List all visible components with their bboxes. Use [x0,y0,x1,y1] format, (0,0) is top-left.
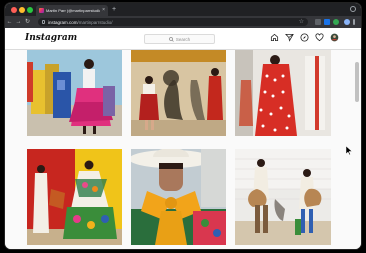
post-grid [27,50,331,245]
post-image [235,149,331,245]
post-thumbnail[interactable] [131,50,226,136]
url-path: /martinparrstudio/ [77,19,113,25]
browser-toolbar: ← → ↻ instagram.com/martinparrstudio/ ☆ [5,16,361,28]
address-bar[interactable]: instagram.com/martinparrstudio/ ☆ [38,18,308,26]
instagram-logo[interactable]: Instagram [25,33,77,43]
new-tab-button[interactable]: + [112,5,116,14]
extension-icon-2[interactable] [324,19,330,25]
tab-strip: Martin Parr (@martinparrstudio) × + [5,3,361,16]
post-image [131,149,226,245]
search-icon [168,36,174,42]
post-thumbnail[interactable] [235,149,331,245]
post-thumbnail[interactable] [131,149,226,245]
profile-feed [5,50,361,249]
post-image [235,50,331,136]
search-placeholder: Search [175,36,191,42]
post-image [131,50,226,136]
minimize-window-button[interactable] [19,7,25,13]
tab-title: Martin Parr (@martinparrstudio) [46,8,101,13]
url-text: instagram.com/martinparrstudio/ [48,20,113,25]
home-icon[interactable] [270,33,279,42]
forward-button[interactable]: → [14,16,23,28]
bookmark-star-icon[interactable]: ☆ [299,18,304,26]
reload-button[interactable]: ↻ [23,16,32,28]
post-image [27,149,122,245]
post-thumbnail[interactable] [27,149,122,245]
account-avatar-icon[interactable] [344,19,350,25]
instagram-header: Instagram Search [5,28,361,50]
post-thumbnail[interactable] [235,50,331,136]
activity-icon[interactable] [315,33,324,42]
instagram-nav [270,33,339,42]
explore-icon[interactable] [300,33,309,42]
extension-icon-1[interactable] [315,19,321,25]
maximize-window-button[interactable] [27,7,33,13]
lock-icon [42,20,45,24]
post-thumbnail[interactable] [27,50,122,136]
extension-icon-3[interactable] [333,19,339,25]
back-button[interactable]: ← [5,16,14,28]
tab-close-icon[interactable]: × [102,8,105,13]
profile-avatar[interactable] [330,33,339,42]
feed-scrollbar[interactable] [355,62,359,102]
browser-tab[interactable]: Martin Parr (@martinparrstudio) × [36,5,108,16]
post-image [27,50,122,136]
instagram-favicon-icon [39,8,44,13]
mouse-pointer-icon [346,146,352,155]
search-input[interactable]: Search [144,34,215,44]
browser-menu-icon[interactable] [353,19,355,25]
close-window-button[interactable] [11,7,17,13]
browser-window: Martin Parr (@martinparrstudio) × + ← → … [5,3,361,249]
url-host: instagram.com [48,19,78,25]
profile-menu-icon[interactable] [350,6,356,12]
direct-icon[interactable] [285,33,294,42]
